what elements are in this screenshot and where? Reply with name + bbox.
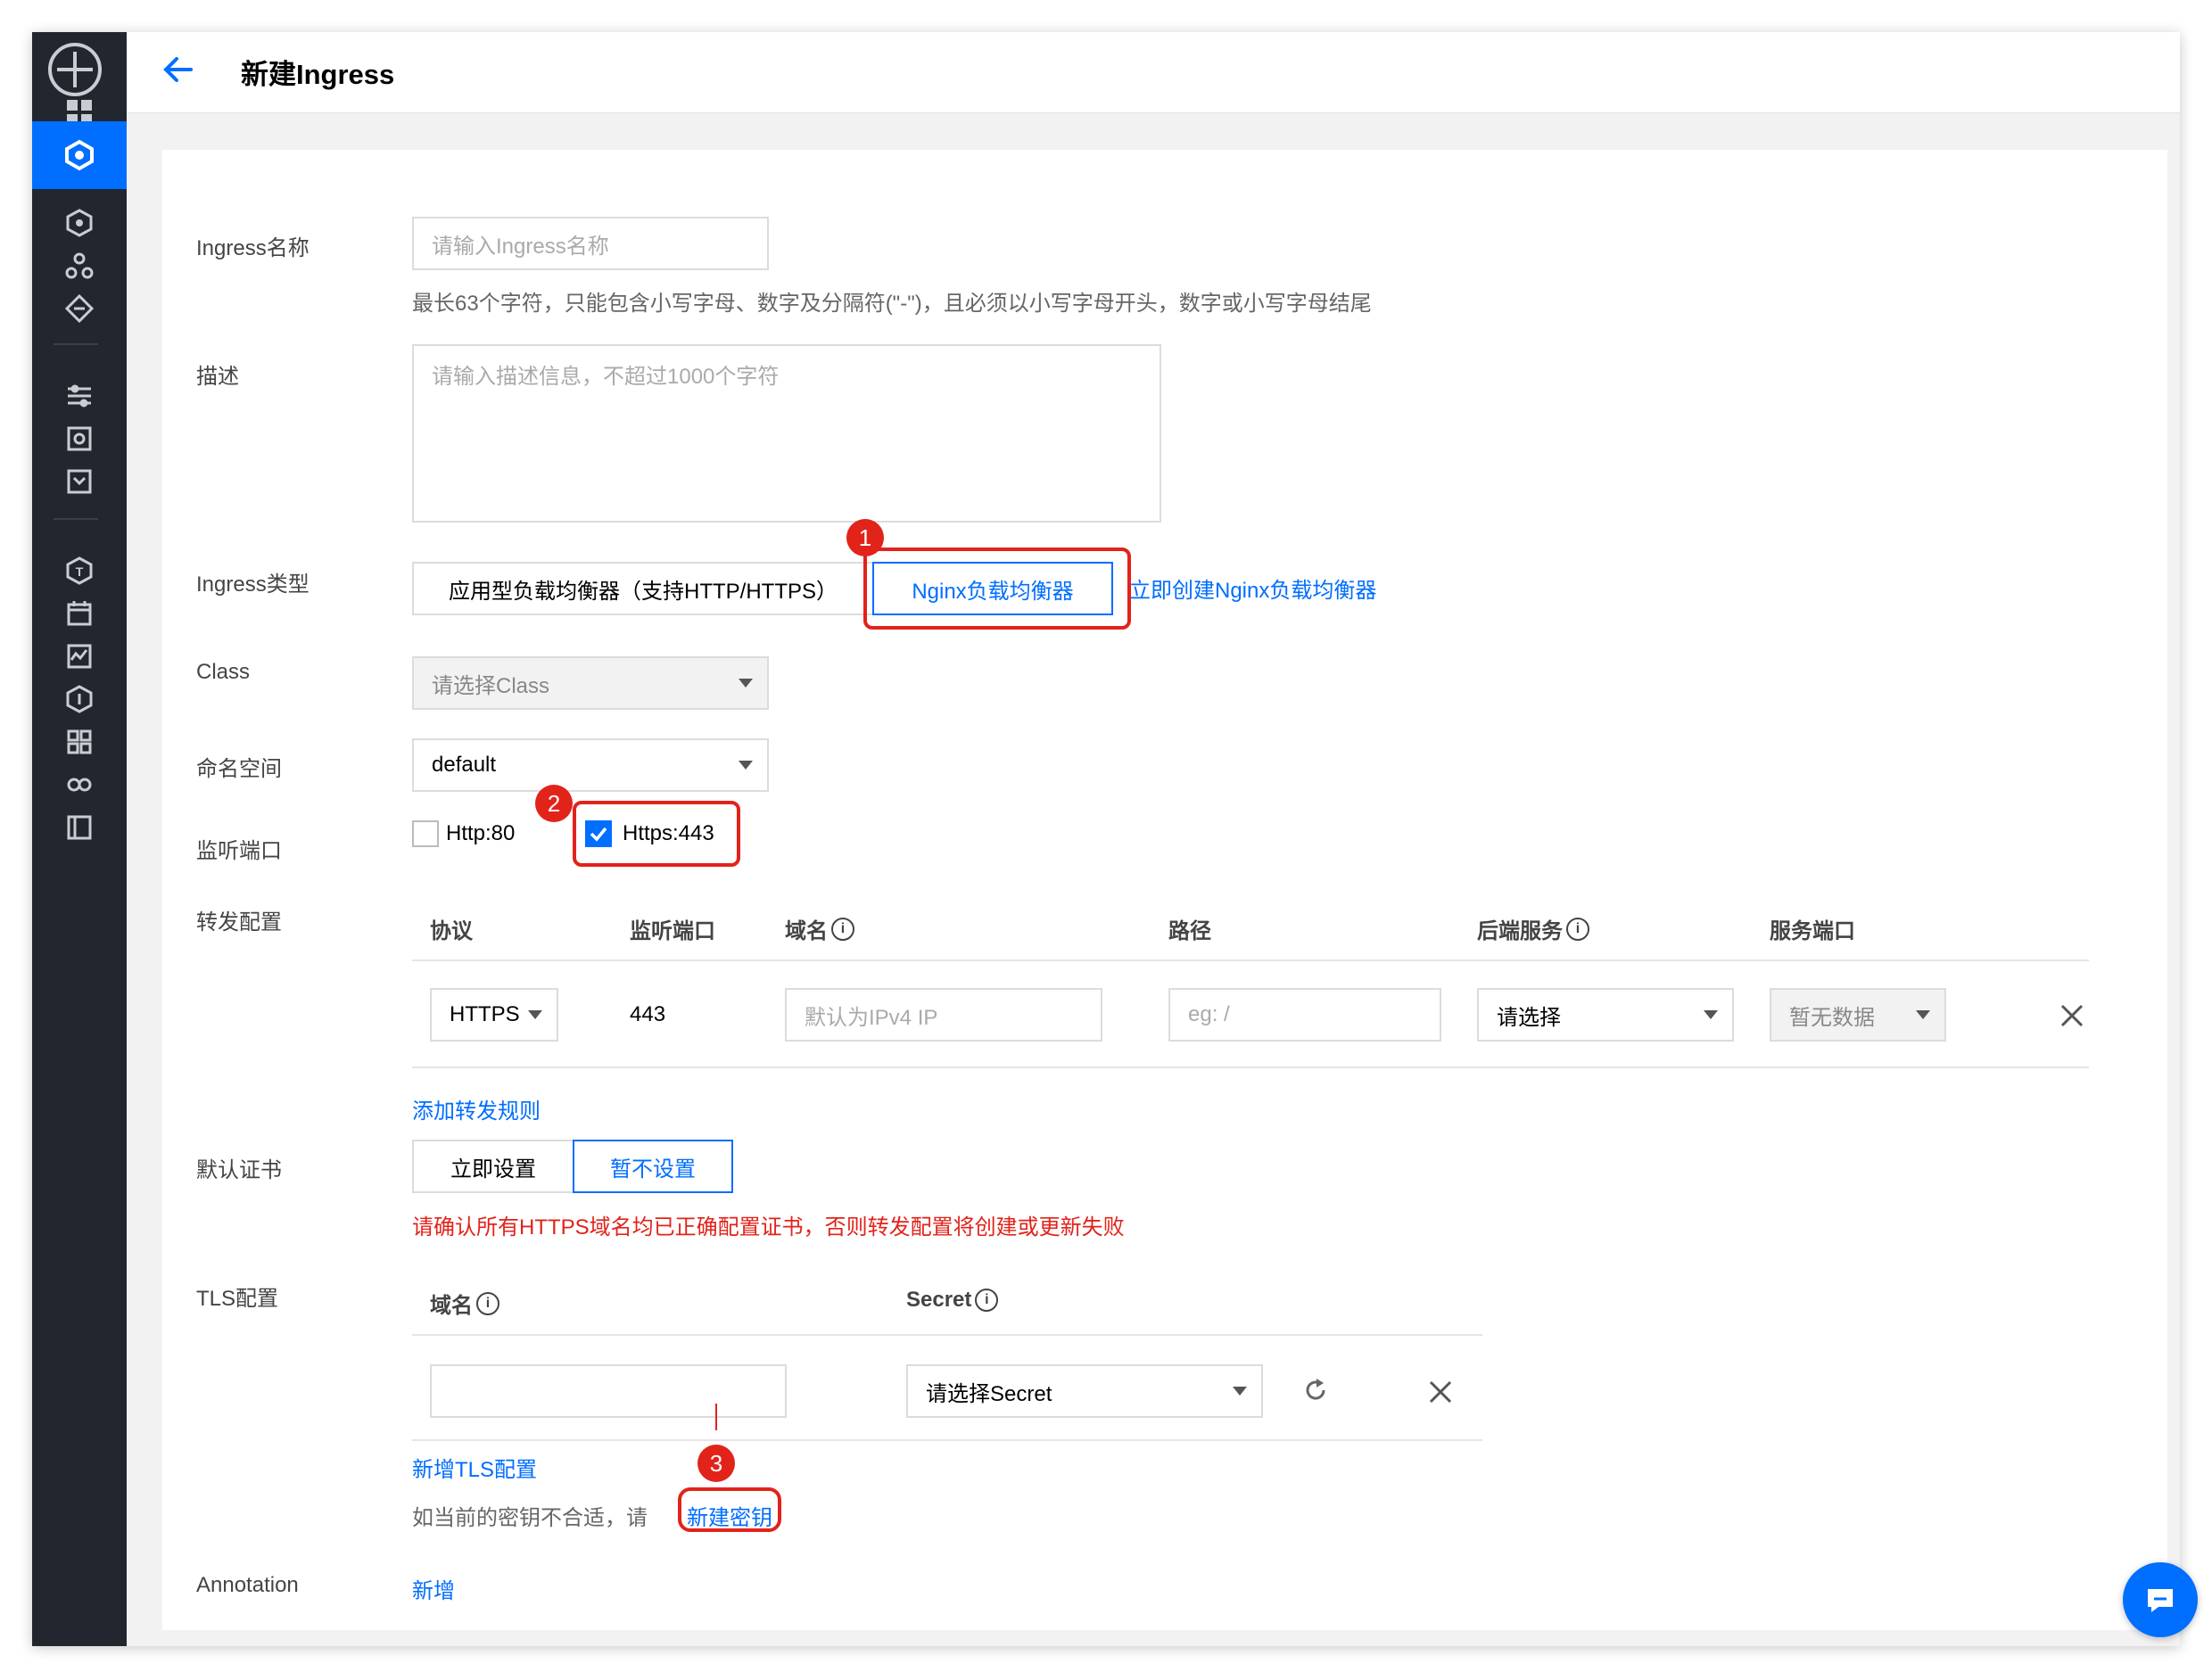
http-checkbox[interactable] [412, 820, 439, 847]
page-title: 新建Ingress [241, 59, 395, 90]
col-domain-text: 域名 [785, 919, 828, 943]
refresh-icon[interactable] [1302, 1377, 1329, 1404]
secret-select[interactable]: 请选择Secret [906, 1364, 1263, 1418]
highlight-box-2 [573, 801, 740, 867]
service-port-value: 暂无数据 [1789, 1005, 1875, 1030]
panel-icon [67, 815, 92, 840]
class-select[interactable]: 请选择Class [412, 656, 769, 710]
backend-service-select[interactable]: 请选择 [1477, 988, 1734, 1042]
col-domain: 域名 i [785, 913, 854, 944]
col-service-port: 服务端口 [1770, 913, 1855, 944]
nav-divider [54, 518, 98, 520]
annotation-label: Annotation [196, 1573, 299, 1597]
description-textarea[interactable]: 请输入描述信息，不超过1000个字符 [412, 344, 1161, 523]
col-listen-port: 监听端口 [630, 913, 715, 944]
table-header-divider [412, 959, 2089, 961]
desc-label: 描述 [196, 365, 239, 389]
tls-domain-input[interactable] [430, 1364, 787, 1418]
highlight-box-3 [678, 1487, 781, 1532]
sidebar: T [32, 32, 127, 1646]
add-forward-rule-link[interactable]: 添加转发规则 [412, 1093, 541, 1124]
tls-row-divider [412, 1439, 1482, 1441]
domain-input[interactable]: 默认为IPv4 IP [785, 988, 1102, 1042]
create-nginx-lb-link[interactable]: 立即创建Nginx负载均衡器 [1129, 572, 1376, 604]
protocol-select[interactable]: HTTPS [430, 988, 558, 1042]
add-tls-config-link[interactable]: 新增TLS配置 [412, 1452, 537, 1483]
app-window: T 新建Ingress Ingress名称 请输入Ingress名称 最长63个… [32, 32, 2180, 1646]
nav-divider [54, 343, 98, 345]
sidebar-item-inbox[interactable] [32, 448, 127, 515]
col-backend-text: 后端服务 [1477, 919, 1563, 943]
annotation-badge-2: 2 [535, 785, 573, 822]
chevron-down-icon [739, 679, 753, 688]
col-service-port-text: 服务端口 [1770, 919, 1855, 943]
chevron-down-icon [528, 1010, 542, 1019]
col-backend-service: 后端服务 i [1477, 913, 1589, 944]
cert-option-now[interactable]: 立即设置 [412, 1140, 574, 1193]
tls-col-secret-text: Secret [906, 1288, 972, 1312]
sidebar-item-panel[interactable] [32, 794, 127, 861]
sidebar-item-network[interactable] [32, 275, 127, 342]
ports-label: 监听端口 [196, 839, 282, 863]
col-path-text: 路径 [1168, 919, 1211, 943]
cert-label: 默认证书 [196, 1158, 282, 1182]
chevron-down-icon [739, 761, 753, 770]
annotation-badge-1: 1 [846, 519, 884, 556]
type-label: Ingress类型 [196, 572, 310, 597]
backend-service-value: 请选择 [1497, 1005, 1561, 1030]
cert-warning-text: 请确认所有HTTPS域名均已正确配置证书，否则转发配置将创建或更新失败 [412, 1215, 1125, 1239]
tls-header-divider [412, 1334, 1482, 1336]
namespace-label: 命名空间 [196, 757, 282, 781]
back-arrow-icon[interactable] [159, 50, 198, 89]
col-listen-port-text: 监听端口 [630, 919, 715, 943]
top-bar: 新建Ingress [127, 32, 2180, 113]
cert-option-later[interactable]: 暂不设置 [573, 1140, 733, 1193]
ingress-name-input[interactable]: 请输入Ingress名称 [412, 217, 769, 270]
chat-icon [2148, 1589, 2173, 1612]
namespace-select[interactable]: default [412, 738, 769, 792]
svg-text:T: T [76, 564, 84, 579]
inbox-icon [67, 469, 92, 494]
col-protocol-text: 协议 [430, 919, 473, 943]
info-icon[interactable]: i [831, 917, 854, 941]
annotation-badge-3: 3 [697, 1445, 735, 1482]
tls-col-domain: 域名 i [430, 1288, 499, 1319]
secret-hint-text: 如当前的密钥不合适，请 [412, 1506, 648, 1530]
delete-rule-close-icon[interactable] [2059, 1002, 2085, 1029]
form-card: Ingress名称 请输入Ingress名称 最长63个字符，只能包含小写字母、… [162, 150, 2167, 1630]
tls-col-secret: Secret i [906, 1288, 999, 1313]
chevron-down-icon [1704, 1010, 1718, 1019]
listen-port-value: 443 [630, 1002, 666, 1026]
tls-col-domain-text: 域名 [430, 1294, 473, 1318]
info-icon[interactable]: i [476, 1291, 499, 1315]
info-icon[interactable]: i [975, 1289, 999, 1312]
path-input[interactable]: eg: / [1168, 988, 1441, 1042]
tls-label: TLS配置 [196, 1287, 279, 1311]
chat-button[interactable] [2123, 1562, 2198, 1637]
network-icon [64, 293, 95, 324]
cube-icon [65, 139, 94, 171]
secret-select-value: 请选择Secret [926, 1381, 1052, 1406]
http-checkbox-label: Http:80 [446, 821, 516, 845]
col-protocol: 协议 [430, 913, 473, 944]
chevron-down-icon [1916, 1010, 1930, 1019]
name-help-text: 最长63个字符，只能包含小写字母、数字及分隔符("-")，且必须以小写字母开头，… [412, 292, 1372, 316]
info-icon[interactable]: i [1566, 917, 1589, 941]
add-annotation-link[interactable]: 新增 [412, 1573, 455, 1604]
table-row-divider [412, 1066, 2089, 1068]
chevron-down-icon [1233, 1387, 1247, 1396]
delete-tls-close-icon[interactable] [1427, 1379, 1454, 1405]
sidebar-item-services[interactable] [32, 121, 127, 189]
highlight-box-1 [863, 548, 1131, 630]
protocol-value: HTTPS [450, 1002, 520, 1026]
name-label: Ingress名称 [196, 236, 310, 260]
class-select-value: 请选择Class [432, 673, 550, 698]
service-port-select[interactable]: 暂无数据 [1770, 988, 1946, 1042]
forward-label: 转发配置 [196, 910, 282, 935]
text-cursor [715, 1404, 717, 1430]
namespace-select-value: default [432, 753, 497, 777]
type-option-clb[interactable]: 应用型负载均衡器（支持HTTP/HTTPS） [412, 562, 874, 615]
col-path: 路径 [1168, 913, 1211, 944]
class-label: Class [196, 660, 251, 684]
